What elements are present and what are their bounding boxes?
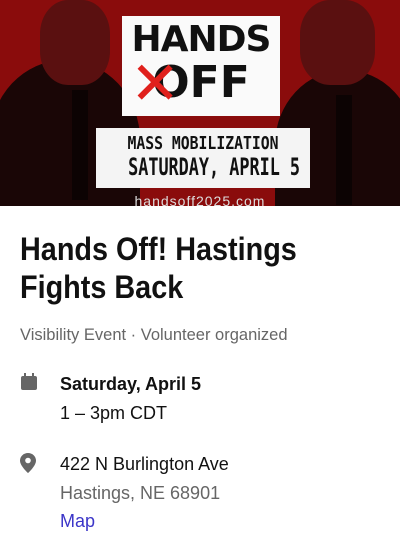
address-line1: 422 N Burlington Ave bbox=[60, 454, 229, 474]
address-line2: Hastings, NE 68901 bbox=[60, 483, 221, 503]
event-organizer: Volunteer organized bbox=[140, 326, 288, 344]
event-meta: Visibility Event · Volunteer organized bbox=[20, 326, 380, 345]
separator: · bbox=[126, 326, 141, 344]
map-link[interactable]: Map bbox=[60, 509, 229, 533]
banner-line2: SATURDAY, APRIL 5 bbox=[128, 153, 301, 181]
hands-off-logo: HANDS OFF ✕ bbox=[122, 16, 280, 116]
banner-url: handsoff2025.com bbox=[134, 193, 266, 206]
calendar-icon bbox=[20, 371, 60, 429]
event-datetime: Saturday, April 5 1 – 3pm CDT bbox=[20, 371, 380, 429]
banner-strip: MASS MOBILIZATION SATURDAY, APRIL 5 bbox=[96, 128, 310, 188]
banner-line1: MASS MOBILIZATION bbox=[127, 133, 279, 154]
event-banner-image: HANDS OFF ✕ MASS MOBILIZATION SATURDAY, A… bbox=[0, 0, 400, 206]
tie bbox=[336, 95, 352, 205]
x-mark-icon: ✕ bbox=[130, 49, 181, 119]
tie bbox=[72, 90, 88, 200]
event-date: Saturday, April 5 bbox=[60, 374, 202, 394]
map-pin-icon bbox=[20, 451, 60, 533]
person-head bbox=[40, 0, 110, 85]
event-time: 1 – 3pm CDT bbox=[60, 403, 168, 423]
event-location: 422 N Burlington Ave Hastings, NE 68901 … bbox=[20, 451, 380, 533]
event-title: Hands Off! Hastings Fights Back bbox=[20, 231, 297, 305]
person-head bbox=[300, 0, 375, 85]
event-type: Visibility Event bbox=[20, 326, 127, 344]
